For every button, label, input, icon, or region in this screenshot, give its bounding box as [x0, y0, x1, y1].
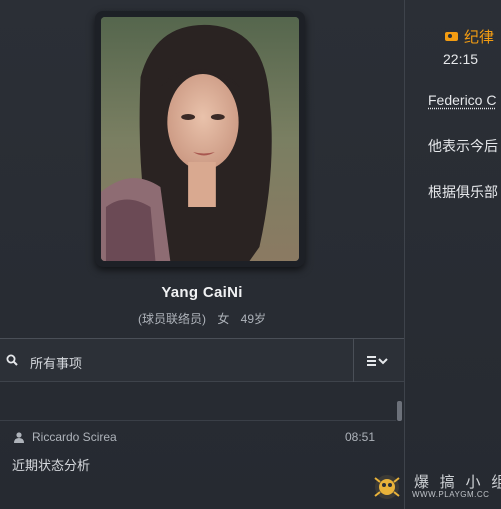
profile-photo	[101, 17, 299, 261]
detail-panel: 纪律 22:15 Federico C 他表示今后 根据俱乐部	[405, 0, 501, 509]
list-item-time: 08:51	[345, 430, 376, 444]
profile-photo-frame	[95, 11, 305, 267]
scrollbar-thumb[interactable]	[397, 401, 402, 421]
category-tag: 纪律	[445, 26, 494, 47]
list-item-title[interactable]: 近期状态分析	[12, 455, 90, 474]
person-age: 49岁	[240, 312, 267, 326]
filter-label[interactable]: 所有事项	[30, 353, 82, 372]
watermark-url: WWW.PLAYGM.CC	[412, 490, 490, 499]
filter-menu-button[interactable]	[353, 339, 404, 382]
menu-chevron-icon	[367, 355, 388, 366]
person-meta: (球员联络员) 女 49岁	[0, 310, 404, 327]
person-name: Yang CaiNi	[161, 284, 243, 301]
tag-icon	[445, 32, 458, 41]
category-label: 纪律	[464, 29, 495, 46]
watermark-text: 爆 搞 小 组	[414, 473, 501, 491]
watermark-logo-icon	[374, 475, 400, 499]
list-divider	[0, 420, 396, 421]
search-icon	[6, 354, 18, 366]
app-root: Yang CaiNi (球员联络员) 女 49岁 所有事项 Riccardo S…	[0, 0, 501, 509]
person-panel: Yang CaiNi (球员联络员) 女 49岁 所有事项 Riccardo S…	[0, 0, 404, 509]
person-gender: 女	[217, 312, 230, 326]
detail-text-line: 他表示今后	[428, 138, 498, 154]
detail-time: 22:15	[443, 51, 479, 67]
portrait-image	[101, 17, 299, 261]
list-item-user[interactable]: Riccardo Scirea	[32, 430, 117, 444]
watermark: 爆 搞 小 组 WWW.PLAYGM.CC	[372, 468, 501, 506]
player-link[interactable]: Federico C	[428, 92, 496, 108]
filter-bar[interactable]: 所有事项	[0, 339, 404, 382]
detail-text-line: 根据俱乐部	[428, 184, 498, 200]
person-icon	[14, 432, 24, 443]
person-role: (球员联络员)	[137, 312, 206, 326]
